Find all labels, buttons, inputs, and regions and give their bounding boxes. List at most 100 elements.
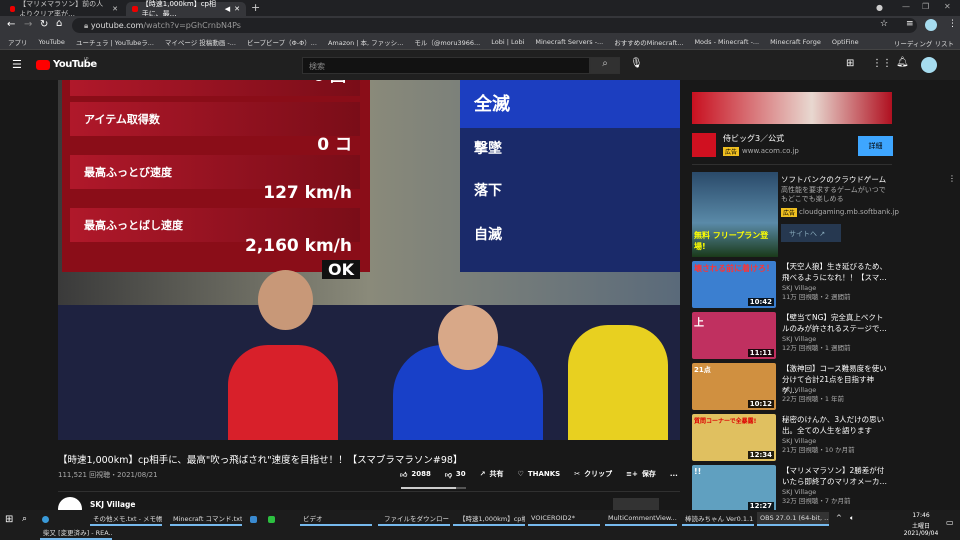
close-icon[interactable]: ✕ bbox=[112, 5, 118, 13]
browser-tab[interactable]: 【マリメマラソン】前の人よりクリア率が… ✕ bbox=[4, 0, 124, 18]
close-window-button[interactable]: ✕ bbox=[944, 2, 951, 11]
video-actions: 👍︎ 2088 👎︎ 30 ↗ 共有 ♡ THANKS ✂ クリップ ≡+ 保存 ... bbox=[400, 469, 678, 479]
related-video[interactable]: 上 11:11 【壁当てNG】完全真上ベクトルのみが許されるステージで… SKJ Vi… bbox=[692, 312, 892, 360]
browser-tab-active[interactable]: 【時速1,000km】cp相手に、最… ◀ ✕ bbox=[126, 0, 246, 18]
youtube-header: ☰ YouTube JP 検索 ⌕ 🎙︎ ⊞ ⋮⋮ 🔔︎ bbox=[0, 50, 960, 80]
notification-center-icon[interactable]: ▭ bbox=[946, 518, 954, 527]
star-icon[interactable]: ☆ bbox=[880, 19, 888, 29]
taskbar-item[interactable]: ビデオ bbox=[300, 512, 372, 526]
tray-chevron-icon[interactable]: ^ bbox=[836, 514, 842, 522]
taskbar-item[interactable]: MultiCommentView... bbox=[605, 512, 677, 526]
promo-title[interactable]: ソフトバンクのクラウドゲーム bbox=[781, 174, 886, 185]
search-button[interactable]: ⌕ bbox=[590, 57, 620, 74]
taskbar-item[interactable]: その他メモ.txt - メモ帳 bbox=[90, 512, 162, 526]
related-video[interactable]: 質問コーナーで全暴露! 12:34 秘密のけんか、3人だけの思い出。全ての人生を語り… bbox=[692, 414, 892, 462]
close-icon[interactable]: ✕ bbox=[234, 5, 240, 13]
apps-icon[interactable]: ⋮⋮ bbox=[872, 58, 892, 69]
subscribe-button[interactable] bbox=[613, 498, 659, 510]
taskbar-label: 【時速1,000km】cp相... bbox=[459, 515, 525, 523]
speaker-icon[interactable]: 🔈︎ bbox=[850, 514, 854, 523]
channel-name[interactable]: SKJ Village bbox=[90, 500, 136, 509]
taskbar-item[interactable]: ファイルをダウンロードす... bbox=[378, 512, 450, 526]
related-meta: SKJ Village 12万 回視聴・1 週間前 bbox=[782, 335, 851, 353]
taskbar-item[interactable]: VOICEROID2* bbox=[528, 512, 600, 526]
bookmark[interactable]: Minecraft Forge bbox=[770, 38, 821, 46]
like-button[interactable]: 👍︎ 2088 bbox=[400, 469, 431, 479]
promo-site-button[interactable]: サイトへ ↗ bbox=[781, 224, 841, 242]
result-value: 2,160 km/h bbox=[244, 236, 352, 256]
save-button[interactable]: ≡+ 保存 bbox=[626, 469, 656, 479]
search-input[interactable]: 検索 bbox=[302, 57, 590, 74]
audio-icon[interactable]: ◀ bbox=[225, 5, 230, 13]
taskbar-label: ファイルをダウンロードす... bbox=[384, 515, 450, 523]
views-age: 22万 回視聴・1 年前 bbox=[782, 395, 845, 403]
thumb-text: 21点 bbox=[694, 366, 711, 374]
youtube-logo[interactable]: YouTube bbox=[53, 59, 97, 70]
promo-thumbnail[interactable]: 無料 フリープラン登場! bbox=[692, 172, 778, 257]
promo-thumb-text: 無料 フリープラン登場! bbox=[694, 231, 769, 251]
bookmark[interactable]: マイページ 投稿動画 -... bbox=[165, 37, 236, 47]
bookmark[interactable]: OptiFine bbox=[832, 38, 859, 46]
video-player[interactable]: 0 回 アイテム取得数 0 コ 最高ふっとび速度 127 km/h 最高ふっとばし速… bbox=[58, 80, 680, 440]
ad-banner[interactable] bbox=[692, 92, 892, 124]
edge-icon[interactable] bbox=[42, 516, 49, 523]
profile-icon[interactable]: ● bbox=[876, 3, 883, 12]
maximize-button[interactable]: ❐ bbox=[922, 2, 929, 11]
related-video[interactable]: !! 12:27 【マリメマラソン】2勝差が付いたら即終了のマリオメーカ… SKJ V… bbox=[692, 465, 892, 513]
media-control-icon[interactable]: ≡ bbox=[906, 19, 914, 29]
dislike-button[interactable]: 👎︎ 30 bbox=[445, 469, 466, 479]
bookmark[interactable]: アプリ bbox=[8, 37, 28, 47]
taskbar-item[interactable]: Minecraft コマンド.txt... bbox=[170, 512, 242, 526]
taskbar-item[interactable]: 棒読みちゃん Ver0.1.1... bbox=[682, 512, 754, 526]
forward-button[interactable]: → bbox=[24, 19, 32, 30]
clock-time[interactable]: 17:46 bbox=[906, 512, 936, 519]
back-button[interactable]: ← bbox=[7, 19, 15, 30]
bookmark[interactable]: Amazon | 本, ファッシ... bbox=[328, 37, 403, 47]
related-title: 【壁当てNG】完全真上ベクトルのみが許されるステージで… bbox=[782, 313, 887, 333]
url-bar[interactable]: 🔒︎ youtube.com/watch?v=pGhCrnbN4Ps bbox=[72, 18, 917, 33]
microphone-icon[interactable]: 🎙︎ bbox=[630, 58, 643, 69]
more-icon[interactable]: ⋮ bbox=[948, 174, 956, 183]
search-icon[interactable]: ⌕ bbox=[22, 514, 27, 524]
minimize-button[interactable]: — bbox=[902, 2, 910, 11]
bookmark[interactable]: Mods - Minecraft -... bbox=[694, 38, 759, 46]
bookmark[interactable]: ビープビープ（Φ-Φ）... bbox=[247, 37, 317, 47]
clip-button[interactable]: ✂ クリップ bbox=[574, 469, 612, 479]
menu-icon[interactable]: ⋮ bbox=[948, 19, 957, 29]
new-tab-button[interactable]: + bbox=[251, 1, 260, 14]
youtube-logo-icon[interactable] bbox=[36, 60, 50, 70]
line-icon[interactable] bbox=[268, 516, 275, 523]
thumbs-up-icon: 👍︎ bbox=[400, 470, 408, 479]
bookmark[interactable]: モル（@moru3966... bbox=[414, 37, 480, 47]
home-button[interactable]: ⌂ bbox=[56, 18, 62, 29]
taskbar-label: ビデオ bbox=[303, 515, 323, 523]
bookmark[interactable]: Minecraft Servers -... bbox=[535, 38, 603, 46]
ad-name[interactable]: 侍ビッグ3／公式 bbox=[723, 133, 784, 144]
promo-url: cloudgaming.mb.softbank.jp bbox=[799, 208, 899, 216]
avatar[interactable] bbox=[925, 19, 937, 31]
views-age: 11万 回視聴・2 週間前 bbox=[782, 293, 851, 301]
reading-list[interactable]: リーディング リスト bbox=[894, 38, 954, 48]
taskbar-item[interactable]: OBS 27.0.1 (64-bit, ... bbox=[757, 512, 829, 526]
bookmark[interactable]: Lobi | Lobi bbox=[491, 38, 524, 46]
reload-button[interactable]: ↻ bbox=[40, 19, 48, 30]
ad-details-button[interactable]: 詳細 bbox=[858, 136, 893, 156]
taskbar-item[interactable]: 【時速1,000km】cp相... bbox=[453, 512, 525, 526]
create-icon[interactable]: ⊞ bbox=[846, 58, 854, 69]
bookmark[interactable]: おすすめのMinecraft... bbox=[614, 37, 683, 47]
more-actions-button[interactable]: ... bbox=[670, 469, 678, 479]
avatar[interactable] bbox=[921, 57, 937, 73]
related-title: 【天空人狼】生き延びるため、飛べるようになれ！！【スマ… bbox=[782, 262, 887, 282]
related-video[interactable]: 壊される前に着けろ！ 10:42 【天空人狼】生き延びるため、飛べるようになれ！！【… bbox=[692, 261, 892, 309]
taskbar-item[interactable]: 柴又 [変更済み] - REA... bbox=[40, 526, 112, 540]
app-icon[interactable] bbox=[250, 516, 257, 523]
windows-start-icon[interactable]: ⊞ bbox=[5, 514, 13, 525]
related-meta: SKJ Village 21万 回視聴・10 か月前 bbox=[782, 437, 855, 455]
thanks-button[interactable]: ♡ THANKS bbox=[518, 469, 561, 479]
related-video[interactable]: 21点 10:12 【激神回】コース難易度を使い分けて合計21点を目指す神ゲ… SKJ… bbox=[692, 363, 892, 411]
bookmark[interactable]: ユーチュラ | YouTubeラ... bbox=[76, 37, 154, 47]
notifications-icon[interactable]: 🔔︎ bbox=[896, 57, 909, 68]
bookmark[interactable]: YouTube bbox=[39, 38, 65, 46]
share-button[interactable]: ↗ 共有 bbox=[480, 469, 504, 479]
hamburger-menu-icon[interactable]: ☰ bbox=[12, 58, 22, 71]
